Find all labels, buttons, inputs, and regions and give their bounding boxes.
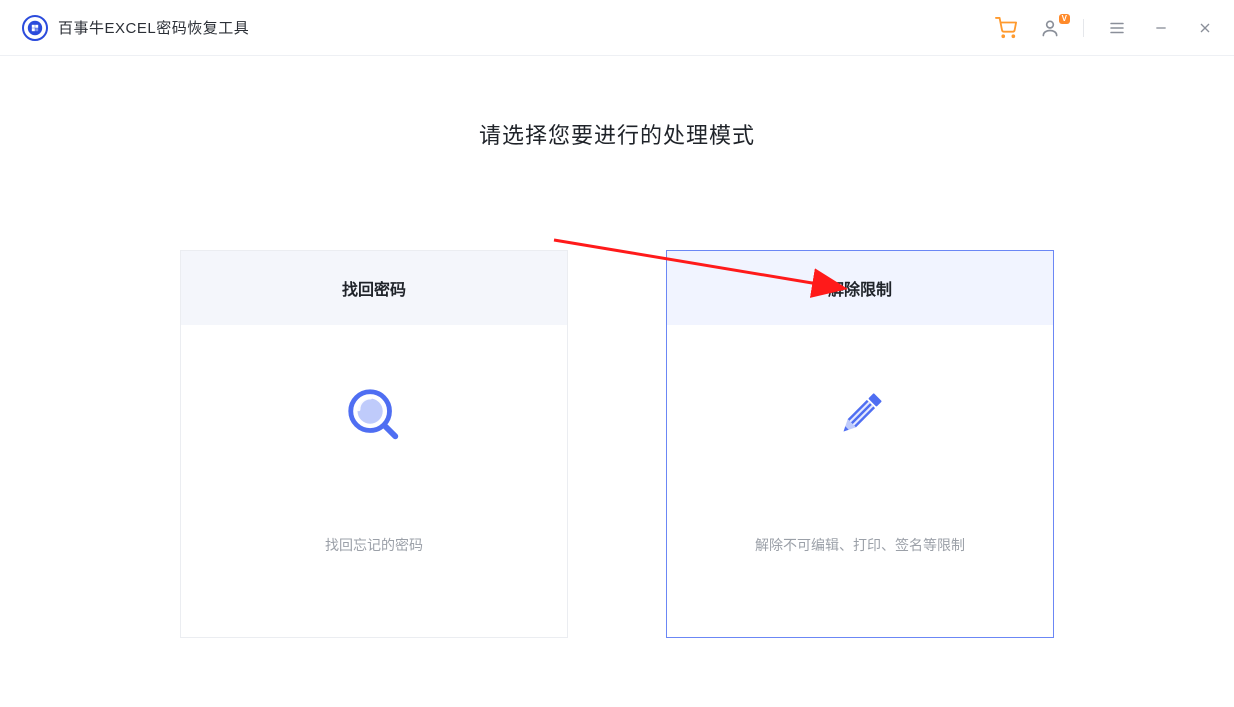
app-title: 百事牛EXCEL密码恢复工具 (58, 17, 249, 38)
menu-icon[interactable] (1106, 17, 1128, 39)
card-title: 解除限制 (828, 276, 892, 300)
card-body: 找回忘记的密码 (181, 325, 567, 637)
card-title: 找回密码 (342, 276, 406, 300)
minimize-icon[interactable] (1150, 17, 1172, 39)
titlebar-right: V (995, 17, 1216, 39)
close-icon[interactable] (1194, 17, 1216, 39)
user-icon[interactable]: V (1039, 17, 1061, 39)
mode-cards: 找回密码 找回忘记的密码 解除限制 (0, 250, 1234, 638)
main-content: 请选择您要进行的处理模式 找回密码 找回忘记的密码 解除 (0, 56, 1234, 638)
card-body: 解除不可编辑、打印、签名等限制 (667, 325, 1053, 637)
card-remove-restriction[interactable]: 解除限制 解除不可编辑、打印、签名等限制 (666, 250, 1054, 638)
separator (1083, 19, 1084, 37)
page-heading: 请选择您要进行的处理模式 (0, 118, 1234, 150)
card-header: 解除限制 (667, 251, 1053, 325)
cart-icon[interactable] (995, 17, 1017, 39)
titlebar-left: 百事牛EXCEL密码恢复工具 (22, 15, 249, 41)
pencil-icon (828, 383, 892, 447)
card-header: 找回密码 (181, 251, 567, 325)
card-recover-password[interactable]: 找回密码 找回忘记的密码 (180, 250, 568, 638)
titlebar: 百事牛EXCEL密码恢复工具 V (0, 0, 1234, 56)
vip-badge: V (1059, 14, 1070, 24)
magnifier-icon (342, 383, 406, 447)
app-logo-icon (22, 15, 48, 41)
card-desc: 解除不可编辑、打印、签名等限制 (755, 535, 965, 555)
card-desc: 找回忘记的密码 (325, 535, 423, 555)
